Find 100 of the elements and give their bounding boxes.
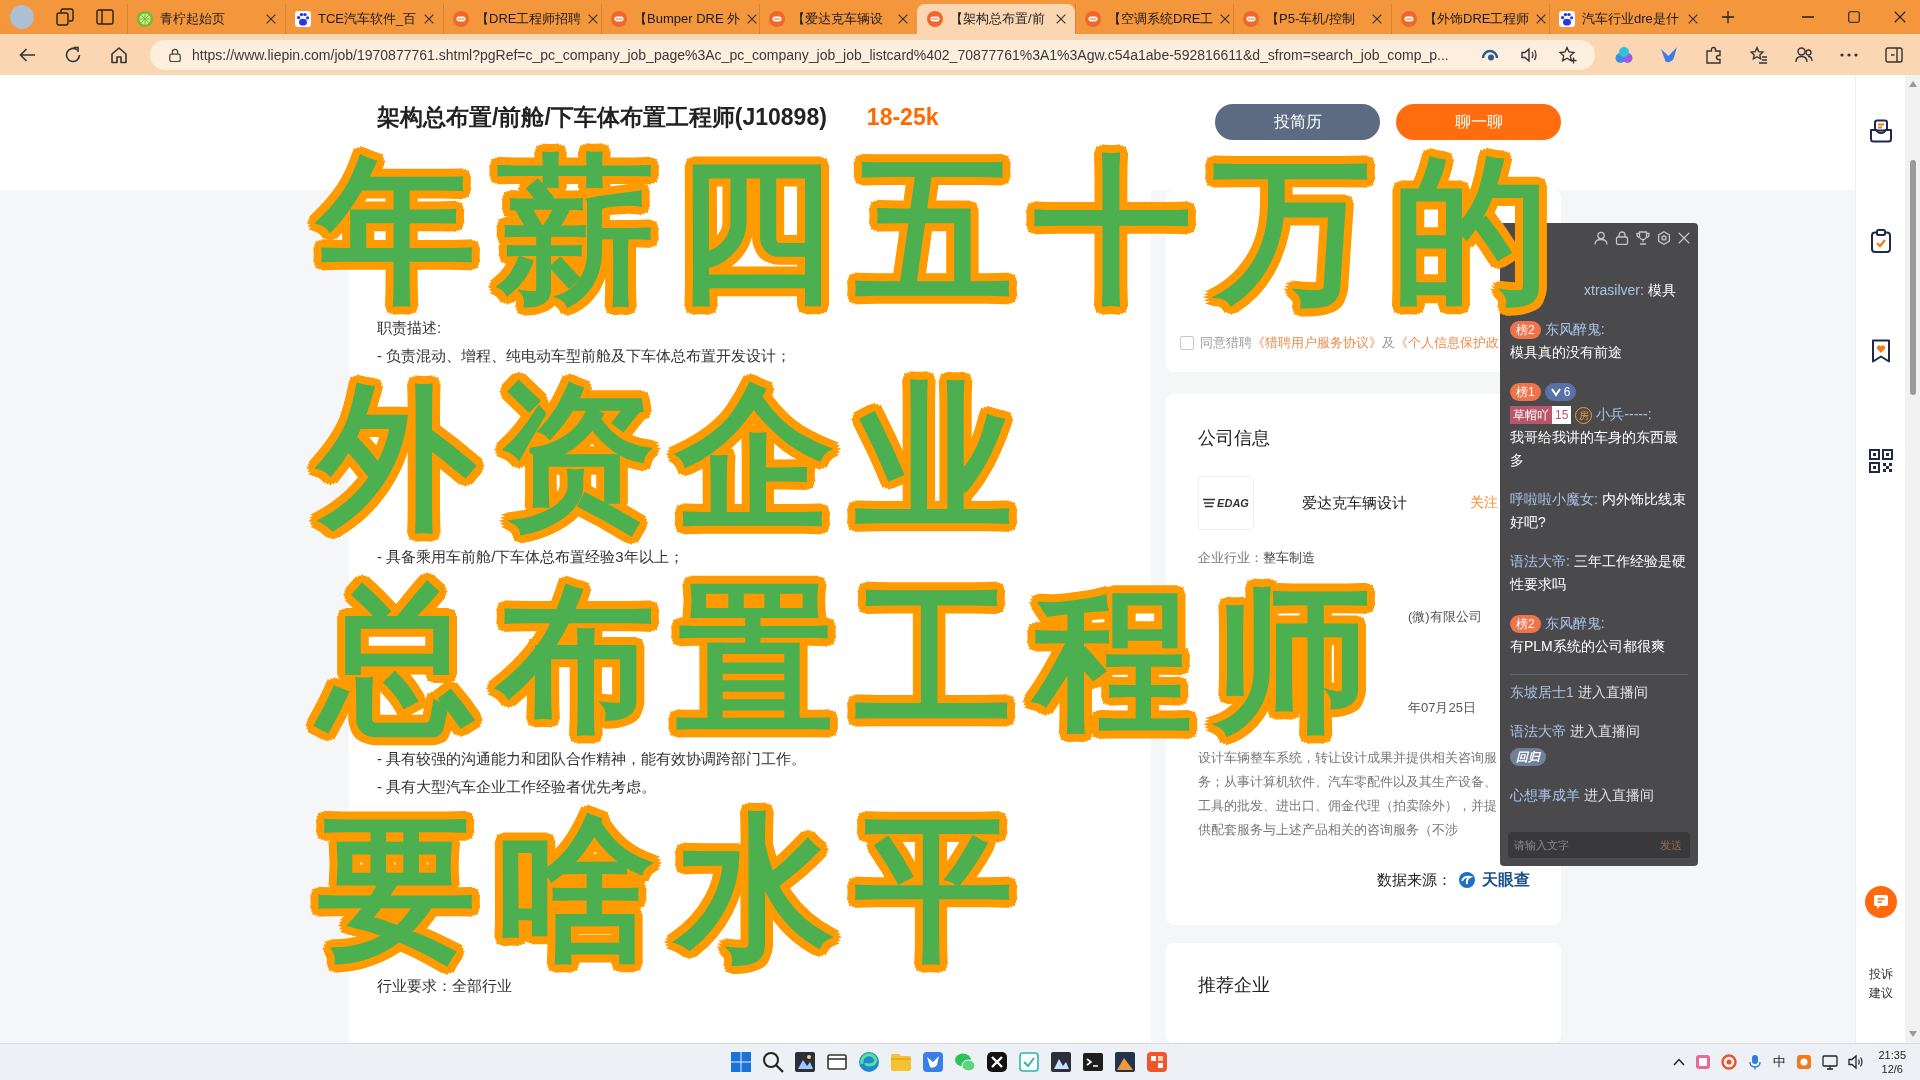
mic-icon[interactable]: [1747, 1054, 1764, 1070]
medal-name: 草帽吖: [1510, 406, 1552, 425]
scrollbar-thumb[interactable]: [1909, 160, 1916, 395]
image-icon[interactable]: [1114, 1051, 1136, 1073]
rank-badge: 榜2: [1510, 615, 1541, 634]
cross-tile-icon[interactable]: [986, 1051, 1008, 1073]
close-icon[interactable]: [424, 14, 434, 24]
chat-message: 模具真的没有前途: [1510, 343, 1622, 362]
chat-message: 语法大帝: 三年工作经验是硬性要求吗: [1510, 553, 1686, 592]
close-icon[interactable]: [747, 14, 758, 24]
browser-tab[interactable]: 【架构总布置/前: [917, 4, 1075, 34]
feedback-link[interactable]: 投诉建议: [1868, 965, 1893, 1003]
squares-tile-icon[interactable]: [1146, 1051, 1168, 1073]
favorites-icon[interactable]: [1750, 45, 1768, 64]
swirl-logo-icon: [1458, 871, 1476, 889]
chevron-up-icon[interactable]: [1673, 1056, 1686, 1068]
clipboard-check-icon[interactable]: [1868, 229, 1893, 253]
description-line: 职责描述:: [377, 318, 442, 338]
join-notice: 东坡居士1 进入直播间: [1510, 684, 1648, 700]
address-field[interactable]: https://www.liepin.com/job/1970877761.shtml?pgRef=c_pc_company_job_page%3Ac_pc_company_job_job_listcard%402_70877761%3A1%3Agw.c54a1abe-592816611&d_sfrom=search_job_comp_p...: [150, 39, 1595, 70]
clock-time[interactable]: 21:35: [1878, 1048, 1906, 1062]
chat-username[interactable]: 小兵-----:: [1596, 406, 1652, 422]
people-icon[interactable]: [1795, 45, 1813, 64]
volume-icon[interactable]: [1848, 1054, 1865, 1070]
chat-username[interactable]: 东风醉鬼:: [1544, 321, 1605, 337]
chat-bubble-icon[interactable]: [1864, 886, 1897, 918]
close-icon[interactable]: [588, 14, 599, 24]
source-logo-text: 天眼查: [1482, 869, 1530, 890]
inbox-icon[interactable]: [1868, 119, 1893, 143]
chat-input[interactable]: 请输入文字: [1508, 832, 1652, 858]
sidebar-icon[interactable]: [1885, 45, 1903, 64]
salary: 18-25k: [866, 103, 939, 132]
description-line: - 具备乘用车前舱/下车体总布置经验3年以上；: [377, 547, 684, 567]
headline-text: 年薪四五十万的: [308, 141, 1581, 317]
company-name[interactable]: 爱达克车辆设计: [1302, 493, 1407, 513]
speaker-icon[interactable]: [1520, 45, 1538, 64]
bird-icon[interactable]: [922, 1051, 944, 1073]
description-line: - 负责混动、增程、纯电动车型前舱及下车体总布置开发设计；: [377, 346, 792, 366]
field-value: 年07月25日: [1408, 699, 1476, 717]
terminal-icon[interactable]: [1082, 1051, 1104, 1073]
join-notice: 语法大帝 进入直播间: [1510, 723, 1640, 739]
search-icon[interactable]: [762, 1051, 784, 1073]
site-icon: [927, 11, 943, 27]
card-heading: 公司信息: [1198, 427, 1270, 450]
monitor-icon[interactable]: [1822, 1054, 1839, 1070]
chat-username[interactable]: 东风醉鬼:: [1544, 615, 1605, 631]
puzzle-icon[interactable]: [1705, 45, 1723, 64]
close-icon[interactable]: [898, 14, 908, 24]
panel-icon[interactable]: [96, 8, 114, 26]
window-icon[interactable]: [826, 1051, 848, 1073]
lock-icon[interactable]: [1615, 231, 1629, 245]
refresh-icon[interactable]: [64, 45, 82, 64]
square-icon[interactable]: [1695, 1054, 1712, 1070]
chevron-down-icon: [1550, 387, 1561, 398]
paw-icon: [1559, 11, 1575, 27]
field-value: 整车制造: [1263, 549, 1315, 567]
app-icon[interactable]: [1796, 1054, 1813, 1070]
logo-text: EDAG: [1217, 497, 1249, 509]
close-icon[interactable]: [1688, 14, 1698, 24]
image-icon[interactable]: [794, 1051, 816, 1073]
image-icon[interactable]: [1050, 1051, 1072, 1073]
trophy-icon[interactable]: [1636, 231, 1650, 245]
level-number: 6: [1563, 384, 1571, 402]
return-badge: 回归: [1510, 748, 1546, 767]
chat-message: 有PLM系统的公司都很爽: [1510, 637, 1665, 656]
check-tile-icon[interactable]: [1018, 1051, 1040, 1073]
stripes-icon: [1203, 497, 1216, 509]
stacked-squares-icon[interactable]: [56, 8, 74, 26]
apply-button[interactable]: 投简历: [1215, 104, 1380, 140]
clock-date[interactable]: 12/6: [1881, 1062, 1903, 1076]
headline-text: 总布置工程师: [308, 570, 1402, 746]
lime-icon: [137, 11, 153, 27]
person-icon[interactable]: [1594, 231, 1608, 245]
close-icon[interactable]: [1056, 14, 1066, 24]
start-icon[interactable]: [730, 1051, 752, 1073]
close-icon[interactable]: [266, 14, 276, 24]
close-icon[interactable]: [1894, 11, 1906, 23]
site-icon: [1243, 11, 1259, 27]
paw-icon: [295, 11, 311, 27]
qr-code-icon[interactable]: [1868, 449, 1893, 473]
star-plus-icon[interactable]: [1559, 45, 1577, 64]
medal-level: 15: [1552, 406, 1572, 425]
three-circles-icon[interactable]: [1615, 45, 1633, 64]
settings-icon[interactable]: [1657, 231, 1671, 245]
lock-icon[interactable]: [168, 47, 182, 62]
home-icon[interactable]: [110, 45, 128, 64]
checkbox[interactable]: [1180, 336, 1194, 350]
field-label: 企业行业：: [1198, 549, 1263, 567]
ime-indicator[interactable]: 中: [1773, 1053, 1787, 1071]
card-heading: 推荐企业: [1198, 974, 1270, 997]
maximize-icon[interactable]: [1848, 11, 1860, 23]
record-icon[interactable]: [1721, 1054, 1738, 1070]
bird-icon[interactable]: [1660, 45, 1678, 64]
close-icon[interactable]: [1220, 14, 1231, 24]
close-icon[interactable]: [1372, 14, 1382, 24]
plus-icon[interactable]: [1721, 10, 1735, 24]
browser-icon[interactable]: [858, 1051, 880, 1073]
source-label: 数据来源：: [1377, 870, 1452, 890]
rank-badge: 榜2: [1510, 321, 1541, 340]
close-icon[interactable]: [1536, 14, 1547, 24]
